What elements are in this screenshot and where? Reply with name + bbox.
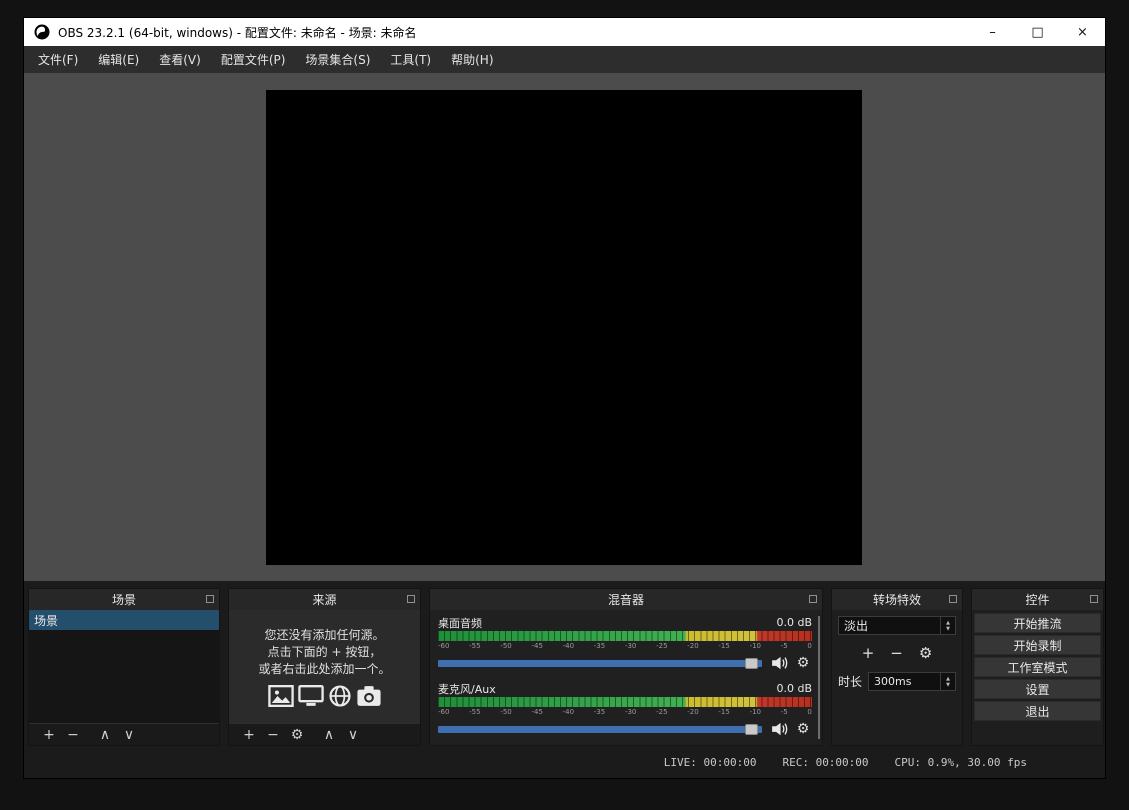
add-scene-icon[interactable]: + [37, 727, 61, 743]
transition-properties-gear-icon[interactable]: ⚙ [919, 644, 932, 662]
obs-window: OBS 23.2.1 (64-bit, windows) - 配置文件: 未命名… [24, 18, 1105, 778]
spinner-down-icon[interactable]: ▼ [946, 682, 950, 688]
volume-slider[interactable] [438, 726, 762, 733]
mixer-channel-desktop-audio: 桌面音频 0.0 dB -60-55-50-45-40-35-30-25-20-… [438, 615, 812, 671]
scenes-panel-title: 场景 [112, 591, 136, 608]
exit-button[interactable]: 退出 [974, 701, 1101, 721]
rec-time: REC: 00:00:00 [782, 756, 868, 769]
meter-scale: -60-55-50-45-40-35-30-25-20-15-10-50 [438, 642, 812, 651]
close-button[interactable]: × [1060, 18, 1105, 46]
menu-file[interactable]: 文件(F) [28, 46, 88, 73]
remove-transition-icon[interactable]: − [890, 644, 903, 662]
window-title: OBS 23.2.1 (64-bit, windows) - 配置文件: 未命名… [58, 24, 970, 41]
scenes-panel-header: 场景 [29, 589, 219, 610]
dock-area: 场景 场景 + − ∧ ∨ 来源 [24, 581, 1105, 746]
sources-toolbar: + − ⚙ ∧ ∨ [229, 723, 420, 745]
scene-up-icon[interactable]: ∧ [93, 727, 117, 743]
scenes-toolbar: + − ∧ ∨ [29, 723, 219, 745]
scene-list-item[interactable]: 场景 [29, 610, 219, 630]
channel-level: 0.0 dB [776, 616, 812, 629]
display-source-icon [298, 685, 324, 707]
add-source-icon[interactable]: + [237, 727, 261, 743]
mixer-panel: 混音器 桌面音频 0.0 dB -60-55-50-45-40-35-30-25… [429, 588, 823, 746]
transition-select[interactable]: 淡出 ▲ ▼ [838, 616, 956, 635]
transitions-toolbar: + − ⚙ [838, 644, 956, 662]
menu-edit[interactable]: 编辑(E) [88, 46, 149, 73]
spinner-down-icon[interactable]: ▼ [946, 626, 950, 632]
mixer-channel-mic-aux: 麦克风/Aux 0.0 dB -60-55-50-45-40-35-30-25-… [438, 681, 812, 737]
camera-source-icon [356, 685, 382, 707]
controls-panel-header: 控件 [972, 589, 1103, 610]
sources-panel: 来源 您还没有添加任何源。 点击下面的 + 按钮， 或者右击此处添加一个。 [228, 588, 421, 746]
sources-panel-header: 来源 [229, 589, 420, 610]
channel-settings-gear-icon[interactable]: ⚙ [794, 655, 812, 671]
sources-empty-line: 您还没有添加任何源。 [264, 627, 384, 644]
minimize-button[interactable]: – [970, 18, 1015, 46]
channel-level: 0.0 dB [776, 682, 812, 695]
transition-selected-value: 淡出 [839, 617, 940, 634]
speaker-icon[interactable] [771, 720, 789, 738]
menu-scene-collection[interactable]: 场景集合(S) [295, 46, 380, 73]
volume-slider-handle[interactable] [745, 724, 758, 735]
source-up-icon[interactable]: ∧ [317, 727, 341, 743]
preview-area [24, 73, 1105, 581]
remove-source-icon[interactable]: − [261, 727, 285, 743]
volume-meter [438, 631, 812, 641]
float-dock-icon[interactable] [809, 595, 817, 603]
mixer-panel-title: 混音器 [608, 591, 644, 608]
menu-profile[interactable]: 配置文件(P) [211, 46, 296, 73]
remove-scene-icon[interactable]: − [61, 727, 85, 743]
add-transition-icon[interactable]: + [862, 644, 875, 662]
cpu-fps-stats: CPU: 0.9%, 30.00 fps [895, 756, 1027, 769]
duration-value: 300ms [869, 675, 940, 688]
volume-slider-handle[interactable] [745, 658, 758, 669]
sources-panel-title: 来源 [312, 591, 336, 608]
menu-bar: 文件(F) 编辑(E) 查看(V) 配置文件(P) 场景集合(S) 工具(T) … [24, 46, 1105, 73]
channel-name: 麦克风/Aux [438, 681, 496, 697]
maximize-button[interactable]: □ [1015, 18, 1060, 46]
scene-list[interactable]: 场景 [29, 610, 219, 723]
live-time: LIVE: 00:00:00 [664, 756, 757, 769]
settings-button[interactable]: 设置 [974, 679, 1101, 699]
transitions-panel-title: 转场特效 [873, 591, 921, 608]
speaker-icon[interactable] [771, 654, 789, 672]
float-dock-icon[interactable] [407, 595, 415, 603]
obs-logo-icon [34, 24, 50, 40]
transitions-panel-header: 转场特效 [832, 589, 962, 610]
source-properties-gear-icon[interactable]: ⚙ [285, 727, 309, 743]
mixer-scrollbar[interactable] [818, 616, 820, 739]
menu-help[interactable]: 帮助(H) [441, 46, 503, 73]
float-dock-icon[interactable] [1090, 595, 1098, 603]
channel-name: 桌面音频 [438, 615, 482, 631]
meter-scale: -60-55-50-45-40-35-30-25-20-15-10-50 [438, 708, 812, 717]
duration-input[interactable]: 300ms ▲ ▼ [868, 672, 956, 691]
mixer-panel-header: 混音器 [430, 589, 822, 610]
sources-empty-line: 或者右击此处添加一个。 [258, 661, 390, 678]
start-streaming-button[interactable]: 开始推流 [974, 613, 1101, 633]
controls-panel-title: 控件 [1025, 591, 1049, 608]
menu-view[interactable]: 查看(V) [149, 46, 211, 73]
duration-label: 时长 [838, 673, 862, 690]
sources-empty-line: 点击下面的 + 按钮， [268, 644, 382, 661]
start-recording-button[interactable]: 开始录制 [974, 635, 1101, 655]
browser-source-icon [328, 685, 352, 707]
scenes-panel: 场景 场景 + − ∧ ∨ [28, 588, 220, 746]
float-dock-icon[interactable] [206, 595, 214, 603]
volume-slider[interactable] [438, 660, 762, 667]
status-bar: LIVE: 00:00:00 REC: 00:00:00 CPU: 0.9%, … [24, 746, 1105, 778]
menu-tools[interactable]: 工具(T) [380, 46, 441, 73]
source-down-icon[interactable]: ∨ [341, 727, 365, 743]
transitions-panel: 转场特效 淡出 ▲ ▼ + − ⚙ 时长 [831, 588, 963, 746]
controls-panel: 控件 开始推流 开始录制 工作室模式 设置 退出 [971, 588, 1104, 746]
title-bar: OBS 23.2.1 (64-bit, windows) - 配置文件: 未命名… [24, 18, 1105, 46]
studio-mode-button[interactable]: 工作室模式 [974, 657, 1101, 677]
volume-meter [438, 697, 812, 707]
source-type-icons [268, 685, 382, 707]
preview-canvas[interactable] [266, 90, 862, 565]
sources-empty-area[interactable]: 您还没有添加任何源。 点击下面的 + 按钮， 或者右击此处添加一个。 [229, 610, 420, 723]
image-source-icon [268, 685, 294, 707]
scene-down-icon[interactable]: ∨ [117, 727, 141, 743]
channel-settings-gear-icon[interactable]: ⚙ [794, 721, 812, 737]
float-dock-icon[interactable] [949, 595, 957, 603]
